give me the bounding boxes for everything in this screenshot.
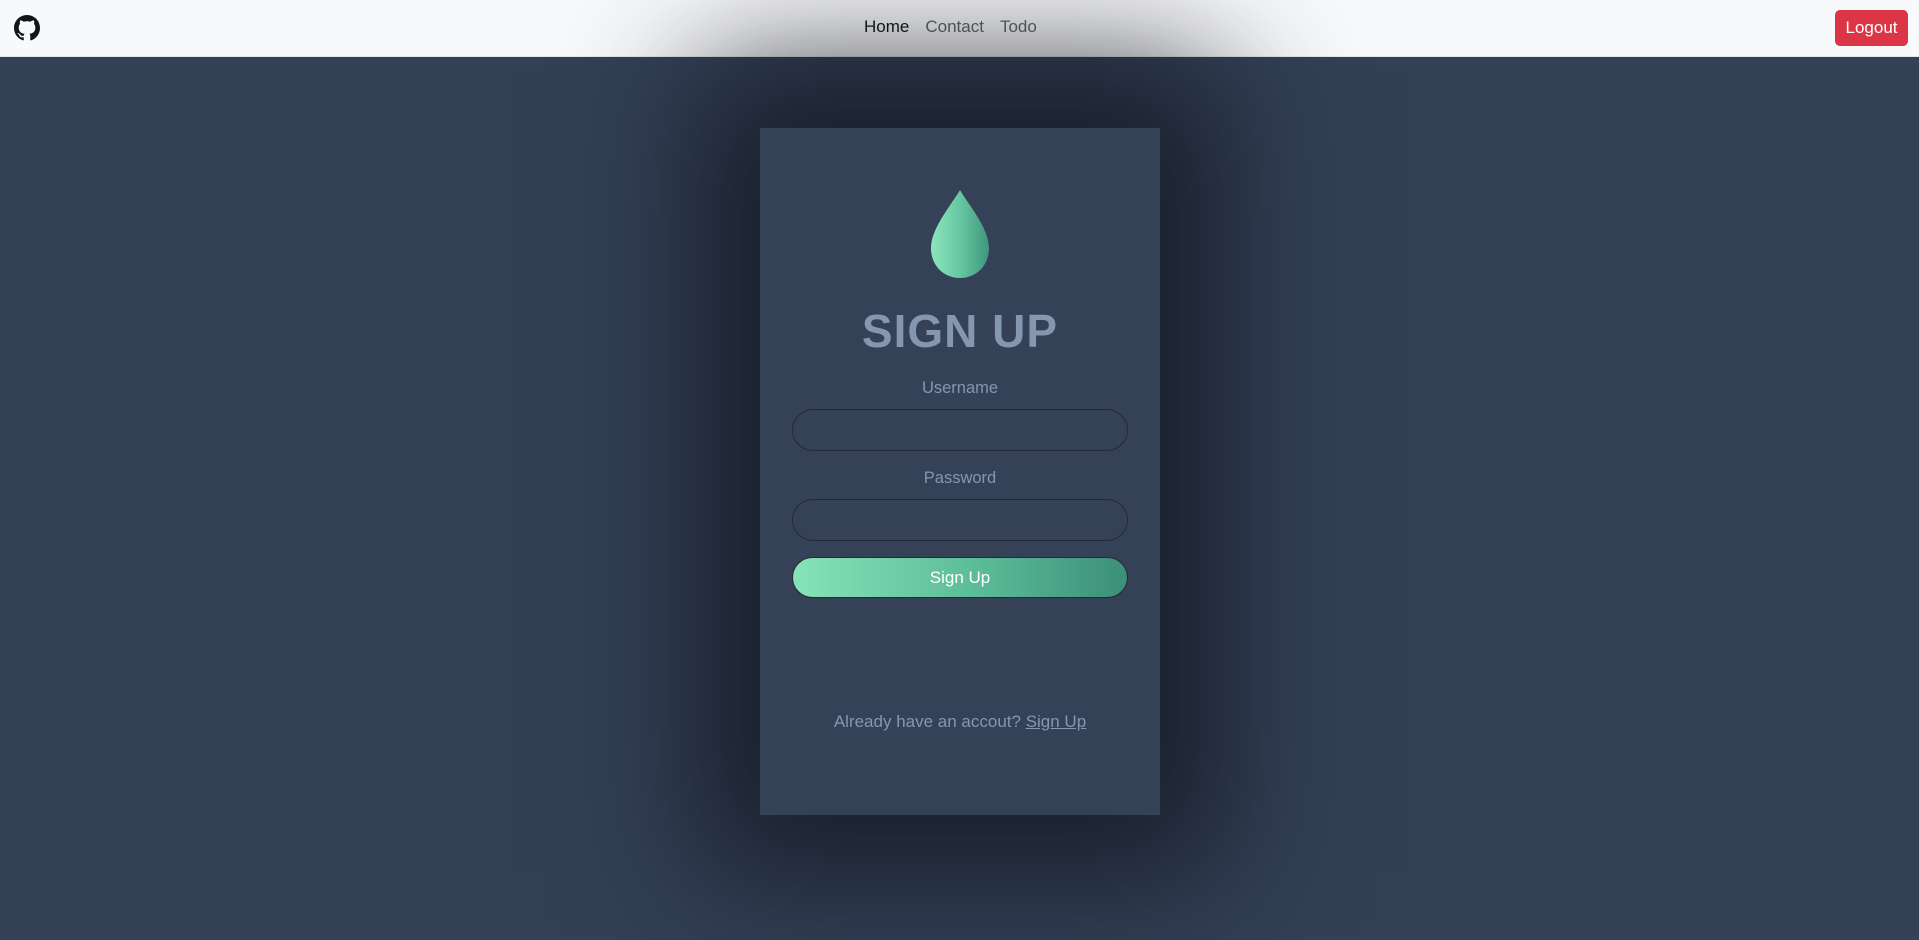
login-prompt: Already have an accout? Sign Up xyxy=(760,712,1160,732)
logout-button[interactable]: Logout xyxy=(1835,10,1908,46)
github-icon[interactable] xyxy=(14,15,40,41)
username-label: Username xyxy=(921,379,999,397)
password-input[interactable] xyxy=(792,499,1128,541)
sign-up-button[interactable]: Sign Up xyxy=(792,557,1128,598)
signup-card: SIGN UP Username Password Sign Up Alread… xyxy=(760,128,1160,815)
navbar: Home Contact Todo Logout xyxy=(0,0,1919,57)
nav-link-contact[interactable]: Contact xyxy=(925,17,984,37)
water-drop-icon xyxy=(931,190,989,278)
nav-link-home[interactable]: Home xyxy=(864,17,909,37)
login-prompt-text: Already have an accout? xyxy=(833,712,1021,731)
page-title: SIGN UP xyxy=(861,305,1059,357)
password-label: Password xyxy=(923,469,997,487)
footer-sign-up-link[interactable]: Sign Up xyxy=(1026,712,1086,731)
nav-links: Home Contact Todo xyxy=(864,17,1037,37)
nav-link-todo[interactable]: Todo xyxy=(1000,17,1037,37)
username-input[interactable] xyxy=(792,409,1128,451)
